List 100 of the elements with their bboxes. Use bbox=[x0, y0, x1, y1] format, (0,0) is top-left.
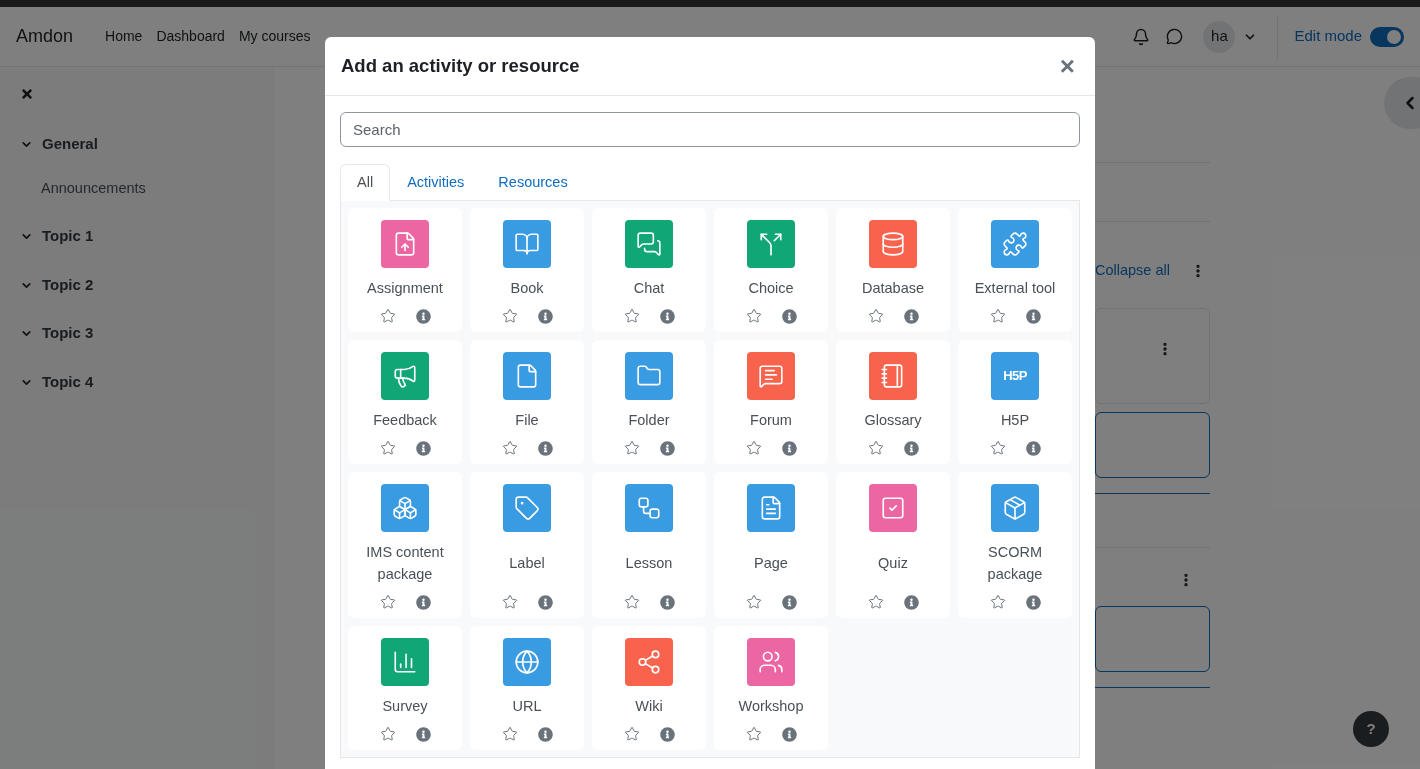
nav-link[interactable]: My courses bbox=[238, 26, 311, 47]
notification-bell-icon[interactable] bbox=[1132, 27, 1151, 46]
activity-card[interactable]: Folder bbox=[592, 340, 706, 464]
nav-link[interactable]: Dashboard bbox=[156, 26, 225, 47]
section-link[interactable]: General bbox=[42, 133, 98, 156]
star-button[interactable] bbox=[989, 440, 1006, 456]
activity-card[interactable]: Page bbox=[714, 472, 828, 618]
user-avatar[interactable]: ha bbox=[1203, 20, 1236, 53]
star-button[interactable] bbox=[501, 594, 518, 610]
nav-link[interactable]: Home bbox=[105, 26, 143, 47]
star-button[interactable] bbox=[745, 726, 762, 742]
star-button[interactable] bbox=[623, 440, 640, 456]
info-button[interactable] bbox=[1025, 594, 1041, 610]
star-button[interactable] bbox=[379, 440, 396, 456]
info-button[interactable] bbox=[659, 308, 675, 324]
info-button[interactable] bbox=[659, 440, 675, 456]
star-button[interactable] bbox=[623, 308, 640, 324]
activity-name: Feedback bbox=[373, 411, 437, 430]
activity-name: Choice bbox=[748, 279, 794, 298]
database-icon bbox=[880, 231, 906, 257]
activity-card[interactable]: Database bbox=[836, 208, 950, 332]
star-button[interactable] bbox=[379, 308, 396, 324]
edit-mode-toggle[interactable] bbox=[1370, 26, 1404, 47]
star-button[interactable] bbox=[989, 308, 1006, 324]
info-button[interactable] bbox=[537, 308, 553, 324]
activity-card[interactable]: Quiz bbox=[836, 472, 950, 618]
activity-card[interactable]: Forum bbox=[714, 340, 828, 464]
section-link[interactable]: Topic 3 bbox=[42, 322, 94, 345]
star-button[interactable] bbox=[745, 594, 762, 610]
star-button[interactable] bbox=[867, 440, 884, 456]
info-button[interactable] bbox=[781, 594, 797, 610]
activity-card[interactable]: SCORM package bbox=[958, 472, 1072, 618]
star-button[interactable] bbox=[745, 440, 762, 456]
star-button[interactable] bbox=[501, 308, 518, 324]
split-arrow-icon bbox=[758, 231, 784, 257]
activity-link[interactable]: Announcements bbox=[41, 177, 275, 200]
message-icon[interactable] bbox=[1166, 28, 1184, 45]
info-button[interactable] bbox=[415, 594, 431, 610]
star-button[interactable] bbox=[745, 308, 762, 324]
info-button[interactable] bbox=[781, 726, 797, 742]
star-button[interactable] bbox=[989, 594, 1006, 610]
info-button[interactable] bbox=[1025, 440, 1041, 456]
info-button[interactable] bbox=[537, 440, 553, 456]
activity-card[interactable]: Book bbox=[470, 208, 584, 332]
activity-card[interactable]: Workshop bbox=[714, 626, 828, 750]
info-button[interactable] bbox=[659, 726, 675, 742]
info-button[interactable] bbox=[537, 726, 553, 742]
activity-card[interactable]: Label bbox=[470, 472, 584, 618]
puzzle-icon bbox=[1002, 231, 1028, 257]
package-icon bbox=[1002, 495, 1028, 521]
activity-card[interactable]: Assignment bbox=[348, 208, 462, 332]
info-button[interactable] bbox=[659, 594, 675, 610]
activity-card[interactable]: Glossary bbox=[836, 340, 950, 464]
dialog-title: Add an activity or resource bbox=[341, 54, 580, 79]
info-button[interactable] bbox=[415, 440, 431, 456]
activity-card[interactable]: H5P H5P bbox=[958, 340, 1072, 464]
activity-name: Wiki bbox=[635, 697, 663, 716]
book-icon bbox=[514, 231, 540, 257]
filter-tab[interactable]: Activities bbox=[390, 164, 482, 201]
activity-card[interactable]: Survey bbox=[348, 626, 462, 750]
activity-card[interactable]: IMS content package bbox=[348, 472, 462, 618]
activity-name: Forum bbox=[750, 411, 792, 430]
close-icon[interactable] bbox=[20, 87, 34, 101]
site-brand[interactable]: Amdon bbox=[16, 23, 74, 50]
star-button[interactable] bbox=[501, 726, 518, 742]
activity-card[interactable]: Chat bbox=[592, 208, 706, 332]
activity-card[interactable]: Wiki bbox=[592, 626, 706, 750]
star-button[interactable] bbox=[867, 308, 884, 324]
help-button[interactable]: ? bbox=[1353, 711, 1389, 747]
activity-name: Page bbox=[754, 554, 788, 573]
activity-card[interactable]: External tool bbox=[958, 208, 1072, 332]
activity-card[interactable]: Feedback bbox=[348, 340, 462, 464]
star-button[interactable] bbox=[501, 440, 518, 456]
filter-tab[interactable]: Resources bbox=[481, 164, 585, 201]
star-button[interactable] bbox=[623, 594, 640, 610]
info-button[interactable] bbox=[415, 308, 431, 324]
info-button[interactable] bbox=[1025, 308, 1041, 324]
info-button[interactable] bbox=[537, 594, 553, 610]
info-button[interactable] bbox=[903, 440, 919, 456]
message-icon bbox=[758, 363, 784, 389]
search-field[interactable]: Search bbox=[340, 112, 1080, 147]
info-button[interactable] bbox=[781, 308, 797, 324]
star-button[interactable] bbox=[379, 594, 396, 610]
star-button[interactable] bbox=[623, 726, 640, 742]
activity-card[interactable]: URL bbox=[470, 626, 584, 750]
section-link[interactable]: Topic 2 bbox=[42, 273, 94, 297]
section-link[interactable]: Topic 1 bbox=[42, 225, 94, 248]
activity-card[interactable]: Choice bbox=[714, 208, 828, 332]
info-button[interactable] bbox=[415, 726, 431, 742]
activity-card[interactable]: Lesson bbox=[592, 472, 706, 618]
info-button[interactable] bbox=[903, 594, 919, 610]
activity-card[interactable]: File bbox=[470, 340, 584, 464]
info-button[interactable] bbox=[903, 308, 919, 324]
star-button[interactable] bbox=[379, 726, 396, 742]
star-button[interactable] bbox=[867, 594, 884, 610]
activity-name: Label bbox=[509, 554, 545, 573]
section-link[interactable]: Topic 4 bbox=[42, 370, 94, 394]
filter-tab[interactable]: All bbox=[340, 164, 391, 201]
info-button[interactable] bbox=[781, 440, 797, 456]
close-button[interactable]: × bbox=[1059, 53, 1075, 79]
